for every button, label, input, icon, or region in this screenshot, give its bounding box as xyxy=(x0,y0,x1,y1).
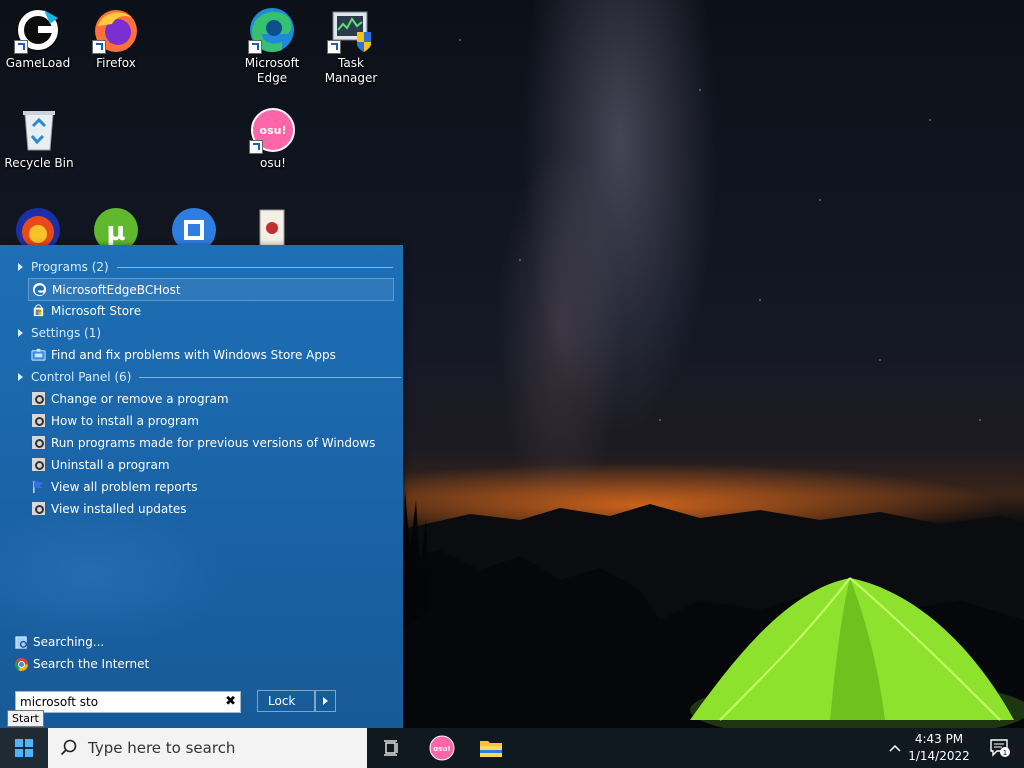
result-run-previous-versions[interactable]: Run programs made for previous versions … xyxy=(28,432,392,453)
control-panel-icon xyxy=(31,435,46,450)
group-title: Control Panel (6) xyxy=(31,370,132,384)
chevron-up-icon xyxy=(889,744,901,752)
gameload-icon xyxy=(14,6,62,54)
edge-icon xyxy=(248,6,296,54)
desktop-icon-label: GameLoad xyxy=(5,56,71,70)
result-microsoftedgebchost[interactable]: MicrosoftEdgeBCHost xyxy=(28,278,394,301)
start-search-box[interactable]: ✖ xyxy=(15,691,241,713)
recycle-bin-icon xyxy=(15,106,63,154)
group-divider xyxy=(116,266,393,268)
shortcut-arrow-icon xyxy=(92,40,106,54)
group-title: Programs (2) xyxy=(31,260,109,274)
task-manager-icon xyxy=(327,6,375,54)
osu-badge-text: osu! xyxy=(260,124,287,137)
desktop-icon-task-manager[interactable]: Task Manager xyxy=(313,6,389,86)
osu-badge-text: osu! xyxy=(433,745,450,753)
task-view-button[interactable] xyxy=(368,728,416,768)
result-label: Uninstall a program xyxy=(51,457,170,472)
desktop-icon-microsoft-edge[interactable]: Microsoft Edge xyxy=(234,6,310,86)
result-label: MicrosoftEdgeBCHost xyxy=(52,282,181,297)
flag-icon xyxy=(31,479,46,494)
windows-logo-icon xyxy=(15,739,33,757)
control-panel-icon xyxy=(31,457,46,472)
result-view-problem-reports[interactable]: View all problem reports xyxy=(28,476,392,497)
group-header-programs[interactable]: Programs (2) xyxy=(18,257,393,277)
result-label: Microsoft Store xyxy=(51,303,142,318)
result-uninstall-program[interactable]: Uninstall a program xyxy=(28,454,392,475)
notification-count: 1 xyxy=(1003,749,1007,757)
lock-button[interactable]: Lock xyxy=(257,690,315,712)
control-panel-icon xyxy=(31,501,46,516)
taskbar: Type here to search osu! 4:43 PM 1/14/20… xyxy=(0,728,1024,768)
control-panel-icon xyxy=(31,391,46,406)
start-search-input[interactable] xyxy=(16,692,219,712)
search-internet-link[interactable]: Search the Internet xyxy=(14,654,149,674)
shortcut-arrow-icon xyxy=(14,40,28,54)
start-button[interactable] xyxy=(0,728,48,768)
desktop-icon-label: Microsoft Edge xyxy=(244,56,300,85)
notification-icon: 1 xyxy=(990,739,1010,757)
taskbar-search-placeholder: Type here to search xyxy=(88,739,236,757)
clock-date: 1/14/2022 xyxy=(908,749,970,763)
troubleshoot-icon xyxy=(31,347,46,362)
clock[interactable]: 4:43 PM 1/14/2022 xyxy=(905,731,973,765)
shortcut-arrow-icon xyxy=(249,140,263,154)
desktop-icon-label: Recycle Bin xyxy=(4,156,74,170)
edge-small-icon xyxy=(32,282,47,297)
shortcut-arrow-icon xyxy=(327,40,341,54)
search-internet-label: Search the Internet xyxy=(33,657,150,671)
result-label: View installed updates xyxy=(51,501,187,516)
desktop-icon-gameload[interactable]: GameLoad xyxy=(0,6,76,71)
result-label: Run programs made for previous versions … xyxy=(51,435,376,450)
clock-time: 4:43 PM xyxy=(914,732,964,746)
desktop-icon-firefox[interactable]: Firefox xyxy=(78,6,154,71)
desktop-icon-label: osu! xyxy=(259,156,286,170)
taskbar-osu-button[interactable]: osu! xyxy=(418,728,466,768)
searching-indicator: Searching... xyxy=(14,632,104,652)
firefox-icon xyxy=(92,6,140,54)
action-center-button[interactable]: 1 xyxy=(976,728,1024,768)
svg-text:µ: µ xyxy=(106,217,125,247)
expand-arrow-icon xyxy=(18,263,23,271)
wallpaper-tent xyxy=(690,577,1024,728)
lock-label: Lock xyxy=(268,694,296,708)
osu-icon: osu! xyxy=(249,106,297,154)
search-files-icon xyxy=(14,635,29,650)
desktop-icon-recycle-bin[interactable]: Recycle Bin xyxy=(1,106,77,171)
result-label: Find and fix problems with Windows Store… xyxy=(51,347,336,362)
store-icon xyxy=(31,303,46,318)
result-change-remove-program[interactable]: Change or remove a program xyxy=(28,388,392,409)
group-header-settings[interactable]: Settings (1) xyxy=(18,323,101,343)
desktop-icon-label: Task Manager xyxy=(324,56,378,85)
result-label: How to install a program xyxy=(51,413,199,428)
result-how-to-install[interactable]: How to install a program xyxy=(28,410,392,431)
task-view-icon xyxy=(384,740,398,756)
shortcut-arrow-icon xyxy=(248,40,262,54)
control-panel-icon xyxy=(31,413,46,428)
desktop-icon-osu[interactable]: osu! osu! xyxy=(235,106,311,171)
result-microsoft-store[interactable]: Microsoft Store xyxy=(28,300,392,321)
searching-label: Searching... xyxy=(33,635,105,649)
result-label: Change or remove a program xyxy=(51,391,229,406)
power-options-arrow-button[interactable] xyxy=(315,690,336,712)
clear-search-icon[interactable]: ✖ xyxy=(225,694,236,709)
start-tooltip: Start xyxy=(7,710,44,727)
chrome-icon xyxy=(14,657,29,672)
taskbar-file-explorer-button[interactable] xyxy=(467,728,515,768)
result-find-fix-store-apps[interactable]: Find and fix problems with Windows Store… xyxy=(28,344,392,365)
expand-arrow-icon xyxy=(18,329,23,337)
group-title: Settings (1) xyxy=(31,326,102,340)
search-icon xyxy=(60,739,77,756)
desktop-icon-label: Firefox xyxy=(96,56,136,70)
group-divider xyxy=(139,376,402,378)
osu-icon: osu! xyxy=(429,735,455,761)
taskbar-search-box[interactable]: Type here to search xyxy=(48,728,367,768)
expand-arrow-icon xyxy=(18,373,23,381)
result-view-installed-updates[interactable]: View installed updates xyxy=(28,498,392,519)
group-header-control-panel[interactable]: Control Panel (6) xyxy=(18,367,402,387)
folder-icon xyxy=(480,741,502,757)
result-label: View all problem reports xyxy=(51,479,198,494)
